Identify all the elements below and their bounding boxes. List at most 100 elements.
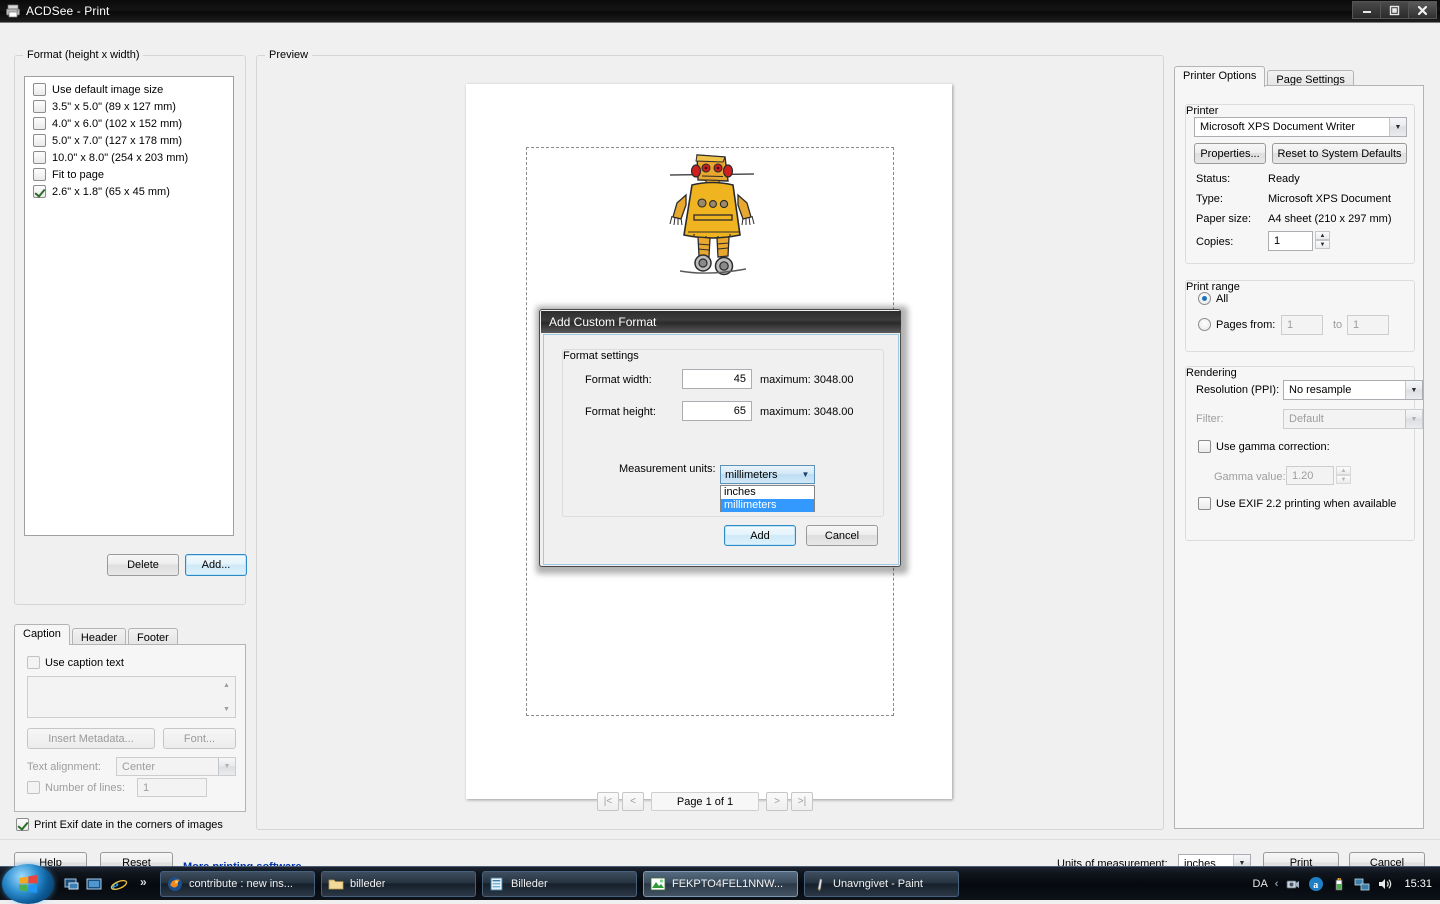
format-height-input[interactable]: 65 xyxy=(682,401,752,421)
clock[interactable]: 15:31 xyxy=(1404,878,1432,890)
format-width-input[interactable]: 45 xyxy=(682,369,752,389)
quicklaunch-overflow-chevron[interactable]: » xyxy=(140,875,147,889)
number-of-lines-row[interactable]: Number of lines: xyxy=(27,781,125,794)
print-exif-checkbox[interactable] xyxy=(16,818,29,831)
list-item[interactable]: Use default image size xyxy=(25,81,233,98)
option-millimeters[interactable]: millimeters xyxy=(721,499,814,512)
acdsee-print-window: ACDSee - Print Format (height x width) U… xyxy=(0,0,1440,874)
number-of-lines-input[interactable]: 1 xyxy=(137,778,207,797)
internet-explorer-icon[interactable]: e xyxy=(110,876,128,894)
format-checkbox[interactable] xyxy=(33,100,46,113)
spinner-up-icon[interactable]: ▲ xyxy=(1336,466,1351,475)
maximize-button[interactable] xyxy=(1380,1,1409,19)
copies-input[interactable]: 1 xyxy=(1268,231,1313,251)
format-checkbox[interactable] xyxy=(33,151,46,164)
format-height-max: maximum: 3048.00 xyxy=(760,406,854,418)
tab-printer-options[interactable]: Printer Options xyxy=(1174,66,1266,87)
show-desktop-icon[interactable] xyxy=(64,876,80,892)
pages-from-input[interactable]: 1 xyxy=(1281,315,1323,335)
network-icon[interactable] xyxy=(1354,876,1370,892)
use-caption-text-row[interactable]: Use caption text xyxy=(27,656,124,669)
tray-expand-chevron[interactable]: ‹ xyxy=(1275,878,1279,890)
spinner-down-icon[interactable]: ▼ xyxy=(1336,475,1351,484)
minimize-button[interactable] xyxy=(1352,1,1381,19)
print-exif-row[interactable]: Print Exif date in the corners of images xyxy=(16,818,223,831)
print-exif-label: Print Exif date in the corners of images xyxy=(34,818,223,831)
format-checkbox[interactable] xyxy=(33,134,46,147)
close-button[interactable] xyxy=(1408,1,1437,19)
printer-select[interactable]: Microsoft XPS Document Writer ▼ xyxy=(1194,117,1407,137)
prev-page-button[interactable]: < xyxy=(622,792,644,811)
print-range-pages-row[interactable]: Pages from: xyxy=(1198,318,1275,331)
insert-metadata-button[interactable]: Insert Metadata... xyxy=(27,728,155,749)
list-item[interactable]: 3.5" x 5.0" (89 x 127 mm) xyxy=(25,98,233,115)
gamma-spinner-arrows[interactable]: ▲ ▼ xyxy=(1336,466,1351,485)
filter-select[interactable]: Default ▼ xyxy=(1283,409,1423,429)
number-of-lines-label: Number of lines: xyxy=(45,781,126,794)
taskbar-item-billeder-explorer[interactable]: Billeder xyxy=(482,871,637,897)
gamma-value-input[interactable]: 1.20 xyxy=(1286,466,1334,485)
measurement-units-select[interactable]: millimeters ▼ xyxy=(720,465,815,484)
svg-text:a: a xyxy=(1314,880,1319,891)
exif-printing-checkbox[interactable] xyxy=(1198,497,1211,510)
copies-stepper[interactable]: 1 ▲ ▼ xyxy=(1268,231,1330,251)
use-caption-text-checkbox[interactable] xyxy=(27,656,40,669)
scroll-down-icon[interactable]: ▼ xyxy=(219,702,234,716)
print-range-pages-radio[interactable] xyxy=(1198,318,1211,331)
network-camera-icon[interactable] xyxy=(1285,876,1301,892)
format-checkbox[interactable] xyxy=(33,117,46,130)
gamma-correction-row[interactable]: Use gamma correction: xyxy=(1198,440,1330,453)
measurement-units-dropdown-list[interactable]: inches millimeters xyxy=(720,485,815,512)
rendering-group-label: Rendering xyxy=(1186,367,1237,379)
gamma-correction-checkbox[interactable] xyxy=(1198,440,1211,453)
format-checkbox[interactable] xyxy=(33,168,46,181)
taskbar-item-firefox[interactable]: contribute : new ins... xyxy=(160,871,315,897)
list-item[interactable]: 4.0" x 6.0" (102 x 152 mm) xyxy=(25,115,233,132)
tab-caption[interactable]: Caption xyxy=(14,624,70,645)
taskbar-item-acdsee[interactable]: FEKPTO4FEL1NNW... xyxy=(643,871,798,897)
scroll-up-icon[interactable]: ▲ xyxy=(219,678,234,692)
last-page-button[interactable]: >| xyxy=(791,792,813,811)
list-item[interactable]: 10.0" x 8.0" (254 x 203 mm) xyxy=(25,149,233,166)
taskbar-item-billeder-folder[interactable]: billeder xyxy=(321,871,476,897)
start-orb-button[interactable] xyxy=(2,864,54,904)
list-item[interactable]: Fit to page xyxy=(25,166,233,183)
flip3d-icon[interactable] xyxy=(86,876,102,892)
list-item[interactable]: 5.0" x 7.0" (127 x 178 mm) xyxy=(25,132,233,149)
measurement-units-label: Measurement units: xyxy=(619,463,716,475)
next-page-button[interactable]: > xyxy=(766,792,788,811)
format-checkbox-checked[interactable] xyxy=(33,185,46,198)
resolution-select[interactable]: No resample ▼ xyxy=(1283,380,1423,400)
dialog-add-button[interactable]: Add xyxy=(724,525,796,546)
caption-text-input[interactable]: ▲ ▼ xyxy=(27,676,236,718)
text-alignment-select[interactable]: Center ▼ xyxy=(116,757,236,776)
printer-properties-button[interactable]: Properties... xyxy=(1194,143,1266,164)
copies-spinner-arrows[interactable]: ▲ ▼ xyxy=(1315,231,1330,251)
acrobat-icon[interactable]: a xyxy=(1308,876,1324,892)
gamma-value-stepper[interactable]: 1.20 ▲ ▼ xyxy=(1286,466,1351,485)
format-checkbox[interactable] xyxy=(33,83,46,96)
format-list[interactable]: Use default image size 3.5" x 5.0" (89 x… xyxy=(24,76,234,536)
printer-icon xyxy=(5,3,21,19)
spinner-up-icon[interactable]: ▲ xyxy=(1315,231,1330,240)
first-page-button[interactable]: |< xyxy=(597,792,619,811)
volume-icon[interactable] xyxy=(1377,876,1393,892)
reset-system-defaults-button[interactable]: Reset to System Defaults xyxy=(1272,143,1407,164)
delete-format-button[interactable]: Delete xyxy=(107,554,179,576)
number-of-lines-checkbox[interactable] xyxy=(27,781,40,794)
option-inches[interactable]: inches xyxy=(721,486,814,499)
language-indicator[interactable]: DA xyxy=(1253,878,1268,890)
format-height-label: Format height: xyxy=(585,406,656,418)
list-item-selected[interactable]: 2.6" x 1.8" (65 x 45 mm) xyxy=(25,183,233,200)
taskbar-item-label: billeder xyxy=(350,878,386,890)
taskbar-item-paint[interactable]: Unavngivet - Paint xyxy=(804,871,959,897)
font-button[interactable]: Font... xyxy=(163,728,236,749)
print-range-all-row[interactable]: All xyxy=(1198,292,1228,305)
dialog-cancel-button[interactable]: Cancel xyxy=(806,525,878,546)
print-range-all-radio[interactable] xyxy=(1198,292,1211,305)
pages-to-input[interactable]: 1 xyxy=(1347,315,1389,335)
exif-printing-row[interactable]: Use EXIF 2.2 printing when available xyxy=(1198,497,1396,510)
spinner-down-icon[interactable]: ▼ xyxy=(1315,240,1330,249)
add-format-button[interactable]: Add... xyxy=(185,554,247,576)
battery-icon[interactable] xyxy=(1331,876,1347,892)
